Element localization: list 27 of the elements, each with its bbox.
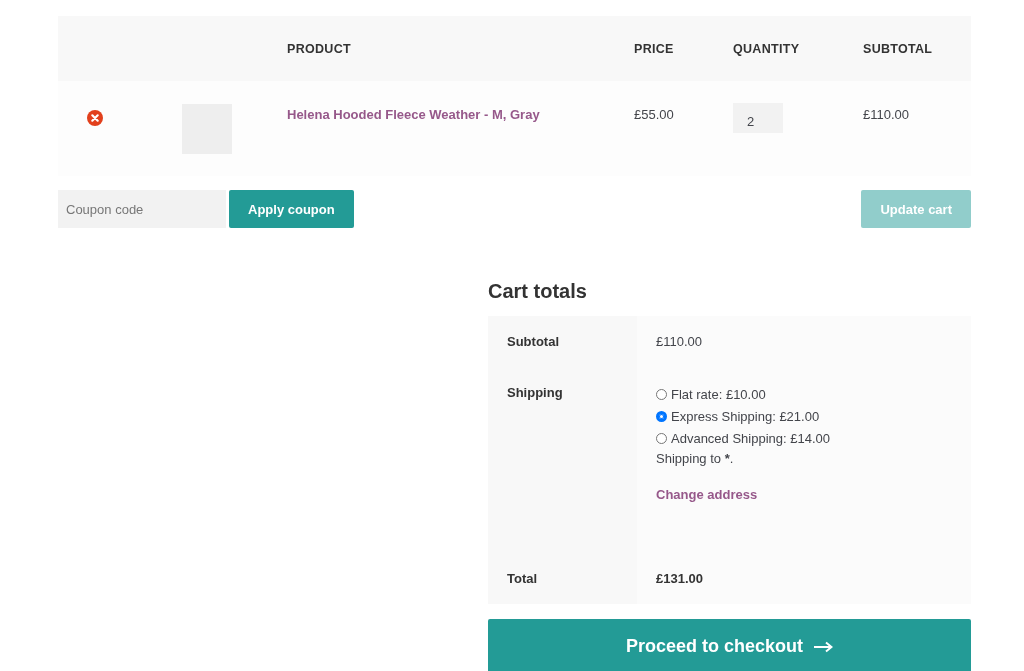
subtotal-value: £110.00: [637, 316, 971, 367]
arrow-right-icon: [813, 640, 833, 653]
shipping-option-label[interactable]: Flat rate: £10.00: [671, 386, 766, 402]
checkout-button[interactable]: Proceed to checkout: [488, 619, 971, 671]
price-text: £55.00: [634, 107, 675, 122]
shipping-option-label[interactable]: Express Shipping: £21.00: [671, 408, 820, 424]
radio-button[interactable]: [656, 388, 667, 400]
quantity-field[interactable]: 2: [733, 103, 783, 133]
change-address-link[interactable]: Change address: [656, 487, 758, 502]
shipping-option-label[interactable]: Advanced Shipping: £14.00: [671, 430, 830, 446]
apply-coupon-button[interactable]: Apply coupon: [229, 190, 354, 228]
coupon-field[interactable]: Coupon code: [58, 190, 226, 228]
shipping-label: Shipping: [488, 367, 637, 553]
remove-icon[interactable]: [87, 110, 103, 126]
column-header: SUBTOTAL: [863, 41, 934, 56]
radio-button[interactable]: [656, 410, 667, 422]
cart-totals-heading: Cart totals: [488, 279, 588, 303]
shipping-destination-text: Shipping to *.: [656, 451, 735, 468]
column-header: PRICE: [634, 41, 675, 56]
total-value: £131.00: [637, 553, 971, 604]
column-header: QUANTITY: [733, 41, 801, 56]
subtotal-text: £110.00: [863, 107, 911, 122]
radio-button[interactable]: [656, 432, 667, 444]
product-link[interactable]: Helena Hooded Fleece Weather - M, Gray: [287, 107, 634, 122]
total-label: Total: [488, 553, 637, 604]
subtotal-label: Subtotal: [488, 316, 637, 367]
column-header: PRODUCT: [287, 41, 352, 56]
